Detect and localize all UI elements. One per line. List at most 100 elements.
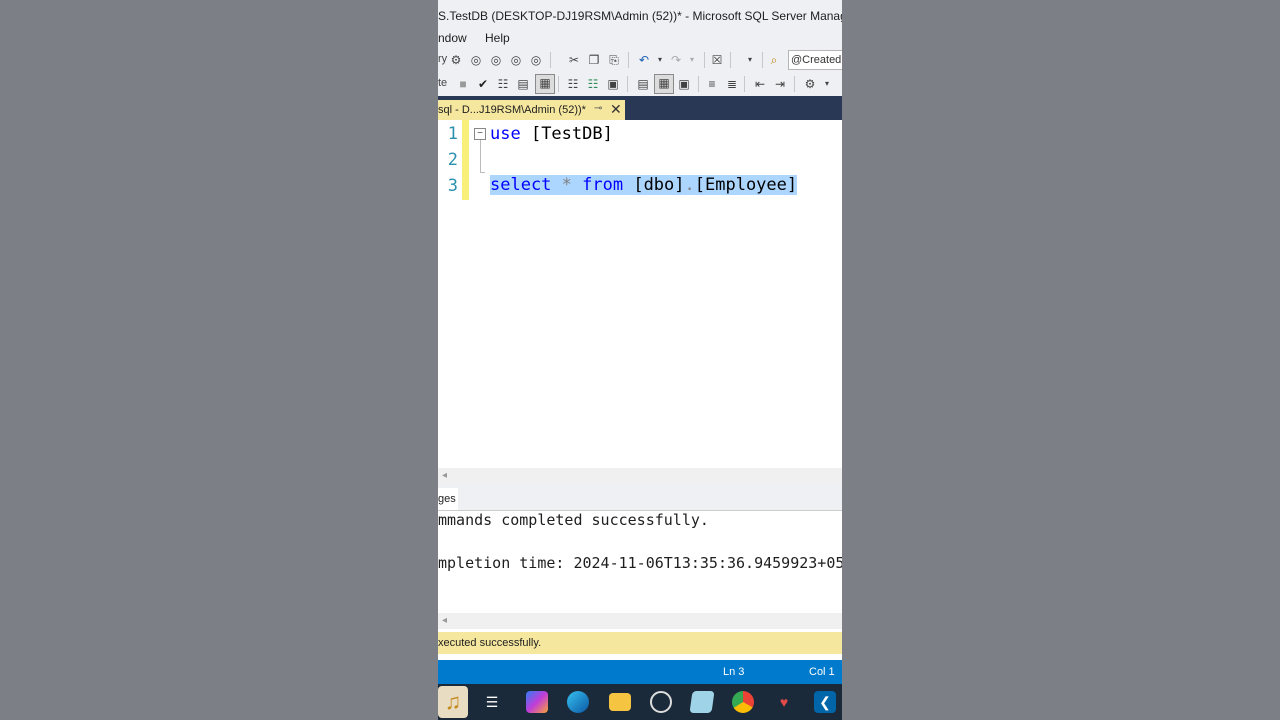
dmx-query-icon[interactable]: ◎ <box>488 52 504 68</box>
pin-icon[interactable]: ⊸ <box>594 103 602 114</box>
copy-icon[interactable]: ❐ <box>586 52 602 68</box>
collapse-icon[interactable]: − <box>474 128 486 140</box>
line-number: 2 <box>447 150 458 170</box>
undo-dropdown-icon[interactable]: ▾ <box>652 52 668 68</box>
database-identifier: [TestDB] <box>520 124 613 144</box>
find-combo[interactable]: @Created <box>788 50 842 70</box>
operator: . <box>684 175 695 195</box>
results-tab-strip: ges <box>438 484 842 511</box>
new-query-icon[interactable]: ⚙ <box>448 52 464 68</box>
dax-query-icon[interactable]: ◎ <box>528 52 544 68</box>
car-icon[interactable]: ♥ <box>773 691 795 713</box>
activity-monitor-icon[interactable]: ☒ <box>709 52 725 68</box>
results-to-text-icon[interactable]: ▤ <box>635 76 651 92</box>
query-options-icon[interactable]: ▤ <box>515 76 531 92</box>
redo-icon[interactable]: ↷ <box>668 52 684 68</box>
schema-identifier: [dbo] <box>623 175 685 195</box>
toolbar-separator <box>744 76 745 92</box>
find-icon[interactable]: ⌕ <box>766 52 782 68</box>
menu-help[interactable]: Help <box>485 31 510 45</box>
standard-toolbar: ry ⚙ ◎ ◎ ◎ ◎ ✂ ❐ ⎘ ↶ ▾ ↷ ▾ ☒ ▾ ⌕ @Create… <box>438 48 842 72</box>
code-line-1: use [TestDB] <box>490 124 613 144</box>
query-document-tab[interactable]: sql - D...J19RSM\Admin (52))* ⊸ ✕ <box>438 100 625 120</box>
speedometer-icon[interactable] <box>650 691 672 713</box>
undo-icon[interactable]: ↶ <box>636 52 652 68</box>
increase-indent-icon[interactable]: ⇥ <box>772 76 788 92</box>
messages-horizontal-scrollbar[interactable]: ◂ <box>438 613 842 629</box>
client-stats-icon[interactable]: ▣ <box>605 76 621 92</box>
toolbar-separator <box>730 52 731 68</box>
toolbar-separator <box>698 76 699 92</box>
change-tracking-bar <box>462 120 469 200</box>
status-bar: Ln 3 Col 1 <box>438 660 842 684</box>
keyword: use <box>490 124 521 144</box>
display-plan-icon[interactable]: ☷ <box>495 76 511 92</box>
mdx-query-icon[interactable]: ◎ <box>468 52 484 68</box>
toolbar-separator <box>704 52 705 68</box>
keyword: select <box>490 175 552 195</box>
query-tab-label: sql - D...J19RSM\Admin (52))* <box>438 104 586 116</box>
parse-check-icon[interactable]: ✔ <box>475 76 491 92</box>
solution-config-dropdown-icon[interactable]: ▾ <box>742 52 758 68</box>
menu-bar: ndow Help <box>438 30 842 48</box>
uncomment-icon[interactable]: ≣ <box>724 76 740 92</box>
menu-window[interactable]: ndow <box>438 31 467 45</box>
file-explorer-icon[interactable] <box>609 693 631 711</box>
line-number: 3 <box>447 176 458 196</box>
query-editor[interactable]: 1 2 3 − use [TestDB] select * from [dbo]… <box>438 120 842 470</box>
results-to-grid-icon[interactable]: ▦ <box>535 74 555 94</box>
document-tab-strip: sql - D...J19RSM\Admin (52))* ⊸ ✕ <box>438 96 842 120</box>
results-grid-icon[interactable]: ▦ <box>654 74 674 94</box>
query-status-bar: xecuted successfully. <box>438 632 842 654</box>
copilot-icon[interactable] <box>526 691 548 713</box>
decrease-indent-icon[interactable]: ⇤ <box>752 76 768 92</box>
live-stats-icon[interactable]: ☷ <box>585 76 601 92</box>
code-line-3: select * from [dbo].[Employee] <box>490 175 798 195</box>
tab-messages[interactable]: ges <box>438 488 458 510</box>
vscode-icon[interactable]: ❮ <box>814 691 836 713</box>
edge-icon[interactable] <box>567 691 589 713</box>
close-icon[interactable]: ✕ <box>610 101 622 118</box>
results-to-file-icon[interactable]: ▣ <box>676 76 692 92</box>
toolbar-clipped-label: ry <box>438 53 448 65</box>
editor-horizontal-scrollbar[interactable]: ◂ <box>438 468 842 484</box>
sax-icon[interactable]: ♫ <box>438 686 468 718</box>
message-line: mpletion time: 2024-11-06T13:35:36.94599… <box>438 554 842 572</box>
scroll-left-icon[interactable]: ◂ <box>442 470 447 481</box>
sql-editor-toolbar: te ■ ✔ ☷ ▤ ▦ ☷ ☷ ▣ ▤ ▦ ▣ ≡ ≣ ⇤ ⇥ ⚙ ▾ <box>438 72 842 96</box>
title-bar: S.TestDB (DESKTOP-DJ19RSM\Admin (52))* -… <box>438 0 842 30</box>
task-view-icon[interactable]: ☰ <box>481 691 503 713</box>
toolbar-separator <box>550 52 551 68</box>
toolbar-overflow-icon[interactable]: ▾ <box>819 76 835 92</box>
tab-messages-label: ges <box>438 493 456 505</box>
include-plan-icon[interactable]: ☷ <box>565 76 581 92</box>
scroll-left-icon[interactable]: ◂ <box>442 615 447 626</box>
message-line: mmands completed successfully. <box>438 511 709 529</box>
toolbar-separator <box>762 52 763 68</box>
comment-out-icon[interactable]: ≡ <box>704 76 720 92</box>
line-number: 1 <box>447 124 458 144</box>
ssms-window: S.TestDB (DESKTOP-DJ19RSM\Admin (52))* -… <box>438 0 842 720</box>
table-identifier: [Employee] <box>694 175 798 195</box>
notepad-icon[interactable] <box>689 691 715 713</box>
window-title: S.TestDB (DESKTOP-DJ19RSM\Admin (52))* -… <box>438 9 842 23</box>
cut-icon[interactable]: ✂ <box>566 52 582 68</box>
query-status-text: xecuted successfully. <box>438 637 542 649</box>
windows-taskbar: ♫ ☰ ♥ ❮ <box>438 684 842 720</box>
xmla-query-icon[interactable]: ◎ <box>508 52 524 68</box>
toolbar-clipped-label: te <box>438 77 448 89</box>
fold-guide-end <box>480 172 485 173</box>
stop-icon[interactable]: ■ <box>455 76 471 92</box>
toolbar-separator <box>794 76 795 92</box>
specify-values-icon[interactable]: ⚙ <box>802 76 818 92</box>
fold-guide <box>480 140 481 172</box>
toolbar-separator <box>558 76 559 92</box>
chrome-icon[interactable] <box>732 691 754 713</box>
line-indicator: Ln 3 <box>723 666 745 678</box>
messages-pane: mmands completed successfully. mpletion … <box>438 511 842 613</box>
paste-icon[interactable]: ⎘ <box>606 52 622 68</box>
toolbar-separator <box>628 52 629 68</box>
keyword: from <box>582 175 624 195</box>
redo-dropdown-icon[interactable]: ▾ <box>684 52 700 68</box>
toolbar-separator <box>627 76 628 92</box>
